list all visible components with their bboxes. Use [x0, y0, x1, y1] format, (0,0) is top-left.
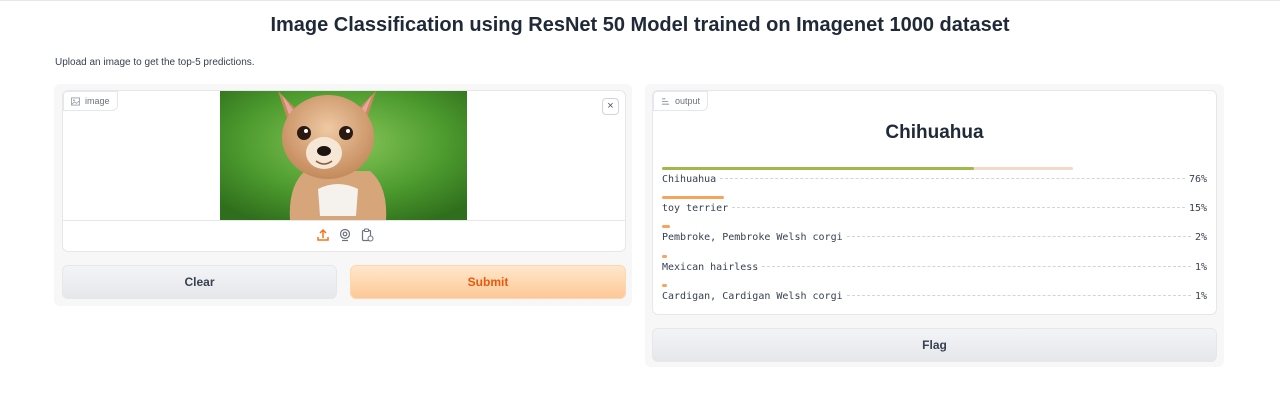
page-description: Upload an image to get the top-5 predict…: [55, 57, 255, 68]
dotted-leader: [732, 207, 1185, 208]
confidence-bar: [662, 196, 724, 199]
confidence-row: Mexican hairless 1%: [662, 262, 1207, 273]
confidence-label: toy terrier: [662, 203, 729, 214]
toolbar-divider: [63, 220, 625, 221]
confidence-item: Mexican hairless 1%: [662, 255, 1207, 277]
confidence-percent: 1%: [1194, 291, 1207, 302]
confidence-item: Cardigan, Cardigan Welsh corgi 1%: [662, 284, 1207, 306]
confidence-item: Pembroke, Pembroke Welsh corgi 2%: [662, 225, 1207, 247]
output-label-badge: output: [653, 91, 709, 111]
confidence-row: Chihuahua 76%: [662, 174, 1207, 185]
image-input-panel[interactable]: image ×: [62, 90, 626, 252]
confidence-bar: [662, 255, 667, 258]
output-panel: output Chihuahua Chihuahua 76% toy terri…: [652, 90, 1217, 315]
confidence-row: toy terrier 15%: [662, 203, 1207, 214]
dotted-leader: [762, 266, 1191, 267]
submit-button[interactable]: Submit: [350, 265, 626, 299]
confidence-percent: 1%: [1194, 262, 1207, 273]
webcam-icon[interactable]: [338, 228, 352, 242]
confidence-percent: 76%: [1188, 174, 1207, 185]
confidence-label: Pembroke, Pembroke Welsh corgi: [662, 232, 843, 243]
confidence-bar: [662, 284, 667, 287]
flag-button[interactable]: Flag: [652, 328, 1217, 362]
confidence-percent: 2%: [1194, 232, 1207, 243]
confidence-label: Cardigan, Cardigan Welsh corgi: [662, 291, 843, 302]
page-title: Image Classification using ResNet 50 Mod…: [270, 14, 1010, 36]
predicted-label: Chihuahua: [885, 122, 984, 143]
image-label: image: [85, 96, 110, 106]
confidence-bar: [662, 167, 974, 170]
label-icon: [661, 97, 670, 105]
dotted-leader: [720, 178, 1185, 179]
output-label: output: [675, 96, 701, 106]
upload-icon[interactable]: [316, 228, 330, 242]
confidence-item: toy terrier 15%: [662, 196, 1207, 218]
image-icon: [71, 96, 80, 106]
confidence-label: Chihuahua: [662, 174, 717, 185]
top-divider: [0, 0, 1280, 1]
clear-button[interactable]: Clear: [62, 265, 337, 299]
dotted-leader: [846, 236, 1191, 237]
dotted-leader: [846, 295, 1191, 296]
confidence-row: Pembroke, Pembroke Welsh corgi 2%: [662, 232, 1207, 243]
close-icon[interactable]: ×: [602, 98, 619, 115]
confidence-bar: [662, 225, 670, 228]
uploaded-image: [220, 91, 467, 220]
clipboard-icon[interactable]: [360, 228, 374, 242]
confidence-label: Mexican hairless: [662, 262, 759, 273]
image-source-toolbar: [63, 228, 625, 242]
confidence-percent: 15%: [1188, 203, 1207, 214]
image-label-badge: image: [63, 91, 118, 111]
confidence-row: Cardigan, Cardigan Welsh corgi 1%: [662, 291, 1207, 302]
confidence-item: Chihuahua 76%: [662, 167, 1207, 189]
